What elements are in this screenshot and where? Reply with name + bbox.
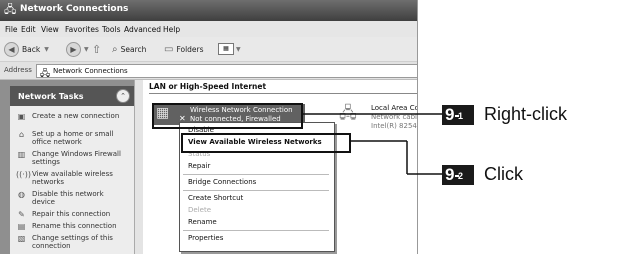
step-badge: 9 1: [442, 104, 474, 125]
step-sub-number: 2: [458, 170, 464, 181]
step-badge: 9 2: [442, 164, 474, 185]
step-label: Right-click: [484, 104, 568, 124]
callout-lines: [301, 113, 442, 175]
step-number: 9: [445, 164, 455, 184]
step-sub-number: 1: [458, 110, 464, 121]
step-label: Click: [484, 164, 523, 184]
step-number: 9: [445, 104, 455, 124]
annotation-step-1: 9 1 Right-click: [442, 104, 567, 125]
annotation-step-2: 9 2 Click: [442, 164, 523, 185]
